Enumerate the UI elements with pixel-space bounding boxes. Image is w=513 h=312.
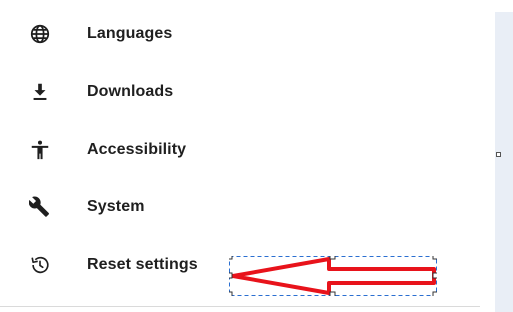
menu-divider	[0, 306, 480, 307]
selection-box	[229, 256, 437, 296]
menu-item-label: Accessibility	[87, 141, 187, 158]
red-arrow	[231, 257, 436, 295]
annotation-arrow[interactable]	[229, 256, 437, 296]
accessibility-icon	[28, 138, 52, 162]
selection-handles[interactable]	[229, 256, 437, 296]
scrollbar-handle[interactable]	[496, 152, 501, 157]
menu-item-system[interactable]: System	[0, 187, 480, 227]
reset-history-icon	[28, 253, 52, 277]
menu-item-label: Reset settings	[87, 256, 198, 273]
menu-item-label: System	[87, 198, 145, 215]
globe-icon	[28, 22, 52, 46]
menu-item-label: Downloads	[87, 83, 174, 100]
wrench-icon	[28, 195, 52, 219]
menu-item-accessibility[interactable]: Accessibility	[0, 130, 480, 170]
settings-screenshot: Languages Downloads Accessibility System…	[0, 0, 513, 312]
menu-item-label: Languages	[87, 25, 173, 42]
menu-item-downloads[interactable]: Downloads	[0, 72, 480, 112]
download-icon	[28, 80, 52, 104]
scrollbar-track[interactable]	[495, 12, 513, 312]
menu-item-languages[interactable]: Languages	[0, 14, 480, 54]
